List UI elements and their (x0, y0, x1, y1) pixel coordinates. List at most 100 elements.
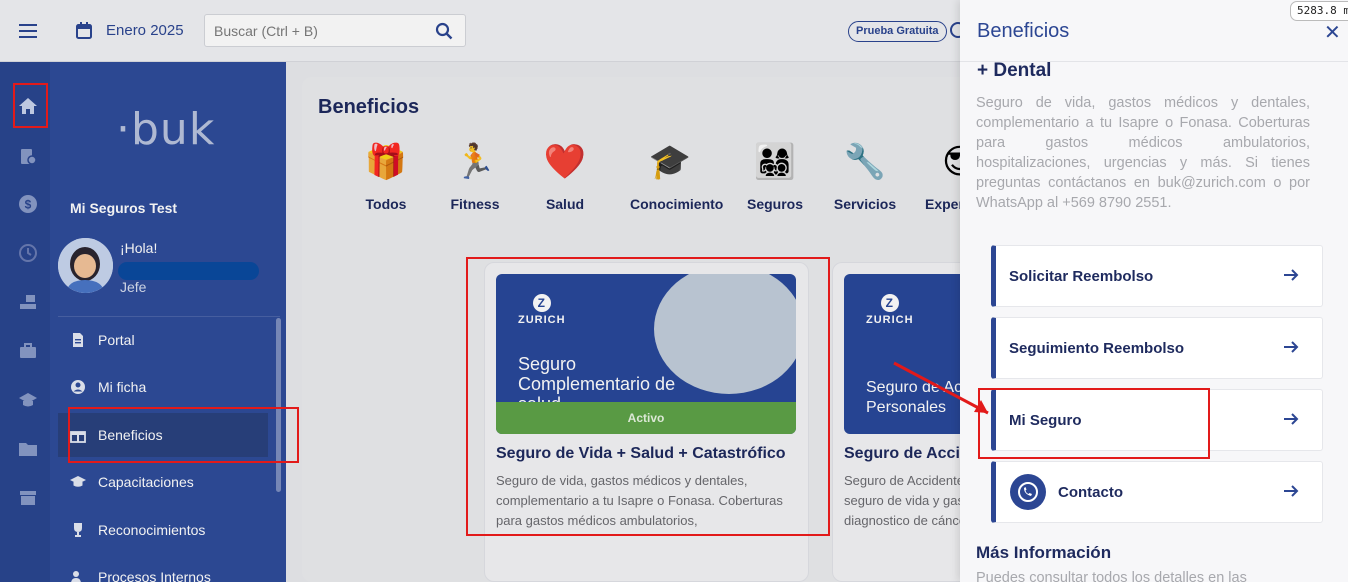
menu-icon[interactable] (19, 24, 37, 38)
process-icon (71, 571, 81, 582)
arrow-right-icon (1284, 485, 1299, 497)
zurich-logo: Z ZURICH (518, 294, 566, 326)
card-banner: ZZURICH Seguro de Accidentes Personales (844, 274, 960, 434)
briefcase-icon[interactable] (18, 341, 38, 361)
banner-text: Seguro de Accidentes Personales (866, 379, 960, 416)
card-description: Seguro de vida, gastos médicos y dentale… (496, 473, 783, 528)
arrow-right-icon (1284, 413, 1299, 425)
avatar[interactable] (58, 238, 113, 293)
sidebar-scrollbar[interactable] (276, 318, 281, 492)
sidebar-item-label: Mi ficha (98, 379, 147, 395)
arrow-right-icon (1284, 269, 1299, 281)
button-label: Contacto (1058, 483, 1123, 501)
sidebar-item-label: Reconocimientos (98, 522, 206, 538)
button-label: Mi Seguro (1009, 411, 1082, 429)
category-experiencias[interactable]: 😎 Experi (912, 142, 960, 212)
gift-icon (70, 431, 86, 443)
sidebar-item-beneficios[interactable]: Beneficios (58, 413, 268, 457)
zurich-logo: Z ZURICH (866, 294, 914, 326)
category-todos[interactable]: 🎁 Todos (346, 142, 426, 212)
category-seguros[interactable]: 👨‍👩‍👧‍👦 Seguros (735, 142, 815, 212)
user-role: Jefe (120, 279, 147, 295)
seguimiento-reembolso-button[interactable]: Seguimiento Reembolso (991, 317, 1323, 379)
benefit-panel: Beneficios ✕ + Dental Seguro de vida, ga… (960, 0, 1348, 582)
icon-rail: $ (0, 62, 56, 582)
search-input[interactable] (205, 15, 425, 46)
greeting: ¡Hola! (120, 240, 158, 256)
sidebar-item-label: Capacitaciones (98, 474, 194, 490)
calendar-icon[interactable] (76, 22, 92, 39)
timer-badge: 5283.8 ms (1290, 1, 1348, 21)
runner-emoji-icon: 🏃 (453, 143, 497, 181)
trophy-icon (74, 523, 82, 537)
gift-emoji-icon: 🎁 (364, 143, 408, 181)
category-servicios[interactable]: 🔧 Servicios (825, 142, 905, 212)
document-icon (73, 333, 83, 347)
sidebar-item-label: Beneficios (98, 427, 163, 443)
clipboard-clock-icon[interactable] (18, 146, 38, 166)
card-banner: ZZURICH Seguro Complementario de salud A… (496, 274, 796, 434)
search-icon[interactable] (435, 22, 453, 40)
more-info-text: Puedes consultar todos los detalles en l… (976, 570, 1247, 582)
button-label: Seguimiento Reembolso (1009, 339, 1185, 357)
category-salud[interactable]: ❤️ Salud (525, 142, 605, 212)
store-icon[interactable] (18, 488, 38, 508)
category-fitness[interactable]: 🏃 Fitness (435, 142, 515, 212)
graduation-cap-icon (70, 476, 86, 487)
svg-text:$: $ (25, 198, 32, 212)
sidebar-item-reconocimientos[interactable]: Reconocimientos (58, 508, 268, 552)
mi-seguro-button[interactable]: Mi Seguro (991, 389, 1323, 451)
button-label: Solicitar Reembolso (1009, 267, 1154, 285)
card-description: Seguro de Accidentes personales, que inc… (844, 473, 960, 528)
graduation-emoji-icon: 🎓 (648, 143, 692, 181)
user-circle-icon (71, 380, 85, 394)
heart-emoji-icon: ❤️ (543, 143, 587, 181)
folder-icon[interactable] (18, 439, 38, 459)
sidebar-item-label: Procesos Internos (98, 569, 211, 582)
contacto-button[interactable]: Contacto (991, 461, 1323, 523)
home-icon[interactable] (18, 96, 38, 116)
category-label: Todos (365, 196, 407, 212)
solicitar-reembolso-button[interactable]: Solicitar Reembolso (991, 245, 1323, 307)
dollar-icon[interactable]: $ (18, 194, 38, 214)
family-emoji-icon: 👨‍👩‍👧‍👦 (753, 143, 797, 181)
sunglasses-emoji-icon: 😎 (942, 143, 960, 181)
period-selector[interactable]: Enero 2025 (106, 22, 184, 39)
hand-money-icon[interactable] (18, 292, 38, 312)
sidebar-item-procesos-internos[interactable]: Procesos Internos (58, 555, 268, 582)
wrench-emoji-icon: 🔧 (843, 143, 887, 181)
category-label: Fitness (450, 196, 500, 212)
whatsapp-icon (1010, 474, 1046, 510)
card-title: Seguro de Accidentes Personales (844, 445, 960, 462)
sidebar-item-capacitaciones[interactable]: Capacitaciones (58, 460, 268, 504)
card-title: Seguro de Vida + Salud + Catastrófico (496, 445, 786, 462)
panel-subtitle: + Dental (977, 60, 1052, 81)
category-label: Servicios (833, 196, 897, 212)
buk-logo[interactable]: buk (116, 104, 215, 155)
clock-icon[interactable] (18, 243, 38, 263)
trial-badge[interactable]: Prueba Gratuita (848, 21, 947, 42)
divider (58, 316, 280, 317)
category-label: Conocimiento (630, 196, 724, 212)
sidebar: buk Mi Seguros Test ¡Hola! Jefe Portal M… (50, 62, 286, 582)
page-title: Beneficios (318, 96, 420, 118)
category-label: Salud (545, 196, 585, 212)
panel-description: Seguro de vida, gastos médicos y dentale… (976, 95, 1310, 211)
graduation-icon[interactable] (18, 390, 38, 410)
sidebar-item-label: Portal (98, 332, 135, 348)
search-box (204, 14, 466, 47)
close-icon[interactable]: ✕ (1324, 20, 1341, 45)
category-label: Seguros (746, 196, 803, 212)
benefit-card[interactable]: ZZURICH Seguro de Accidentes Personales … (832, 262, 960, 582)
user-name-redacted (118, 262, 259, 280)
company-name: Mi Seguros Test (70, 200, 178, 216)
category-label: Experi (925, 196, 960, 212)
sidebar-item-portal[interactable]: Portal (58, 318, 268, 362)
arrow-right-icon (1284, 341, 1299, 353)
sidebar-item-mi-ficha[interactable]: Mi ficha (58, 365, 268, 409)
category-conocimiento[interactable]: 🎓 Conocimiento (630, 142, 724, 212)
more-info-heading: Más Información (976, 543, 1112, 562)
panel-title: Beneficios (977, 20, 1070, 42)
benefit-card[interactable]: ZZURICH Seguro Complementario de salud A… (484, 262, 809, 582)
status-badge: Activo (496, 402, 796, 434)
